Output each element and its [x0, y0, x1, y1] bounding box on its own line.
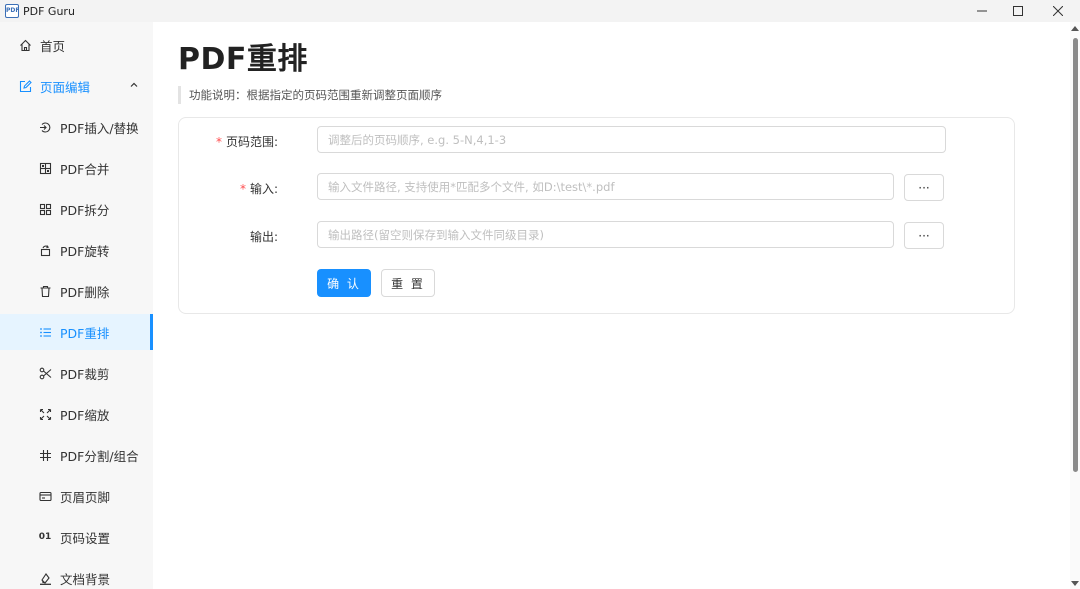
sidebar-item-pdf-scale[interactable]: PDF缩放 — [0, 396, 153, 432]
sidebar-item-label: 页眉页脚 — [60, 489, 111, 505]
header-footer-icon — [38, 489, 52, 503]
sidebar-group-label: 页面编辑 — [40, 79, 91, 95]
sidebar-item-label: 首页 — [40, 38, 66, 54]
sidebar-item-label: PDF拆分 — [60, 202, 110, 218]
scissors-icon — [38, 366, 52, 380]
reset-button[interactable]: 重 置 — [381, 269, 435, 297]
page-number-icon: 01 — [38, 532, 52, 542]
sidebar-item-label: PDF缩放 — [60, 407, 110, 423]
feature-description: 功能说明：根据指定的页码范围重新调整页面顺序 — [178, 86, 442, 104]
browse-input-button[interactable]: ··· — [904, 174, 944, 201]
title-bar: PDF PDF Guru — [0, 0, 1080, 22]
sidebar-item-pdf-crop[interactable]: PDF裁剪 — [0, 355, 153, 391]
sidebar-item-pdf-split-combine[interactable]: PDF分割/组合 — [0, 437, 153, 473]
close-button[interactable] — [1036, 0, 1080, 22]
input-path-field[interactable] — [317, 173, 894, 200]
grid-icon — [38, 448, 52, 462]
sidebar-item-doc-background[interactable]: 文档背景 — [0, 560, 153, 589]
scale-icon — [38, 407, 52, 421]
scroll-down-arrow-icon[interactable] — [1071, 581, 1079, 587]
sidebar: 首页 页面编辑 PDF插入/替换 PDF合并 PDF拆分 PDF旋转 PDF删除… — [0, 22, 153, 589]
rotate-icon — [38, 243, 52, 257]
minimize-icon — [977, 10, 987, 12]
sidebar-item-pdf-rotate[interactable]: PDF旋转 — [0, 232, 153, 268]
edit-icon — [18, 79, 32, 93]
maximize-button[interactable] — [1000, 0, 1036, 22]
merge-icon — [38, 161, 52, 175]
input-label-text: 输入: — [249, 182, 278, 196]
minimize-button[interactable] — [964, 0, 1000, 22]
background-icon — [38, 571, 52, 585]
sidebar-item-pdf-reorder[interactable]: PDF重排 — [0, 314, 153, 350]
page-title: PDF重排 — [178, 42, 308, 77]
required-mark: * — [215, 135, 222, 149]
sidebar-item-pdf-split[interactable]: PDF拆分 — [0, 191, 153, 227]
input-label: * 输入: — [168, 180, 278, 197]
output-label-text: 输出: — [249, 230, 278, 244]
window-controls — [964, 0, 1080, 22]
sidebar-item-pdf-delete[interactable]: PDF删除 — [0, 273, 153, 309]
page-range-input[interactable] — [317, 126, 946, 153]
reorder-form: *页码范围: *输入: ··· 输出: ··· 确 认 重 置 — [178, 117, 1015, 314]
split-icon — [38, 202, 52, 216]
sidebar-item-header-footer[interactable]: 页眉页脚 — [0, 478, 153, 514]
sidebar-item-label: PDF分割/组合 — [60, 448, 139, 464]
home-icon — [18, 38, 32, 52]
sidebar-item-label: PDF插入/替换 — [60, 120, 139, 136]
close-icon — [1053, 6, 1063, 16]
sidebar-item-page-number[interactable]: 01 页码设置 — [0, 519, 153, 555]
browse-output-button[interactable]: ··· — [904, 222, 944, 249]
confirm-button[interactable]: 确 认 — [317, 269, 371, 297]
page-range-label: * 页码范围: — [168, 133, 278, 150]
sidebar-item-pdf-merge[interactable]: PDF合并 — [0, 150, 153, 186]
window-title: PDF Guru — [23, 4, 75, 18]
insert-icon — [38, 120, 52, 134]
vertical-scrollbar[interactable] — [1070, 22, 1080, 589]
app-logo-icon: PDF — [5, 4, 19, 18]
sidebar-item-label: 文档背景 — [60, 571, 111, 587]
output-label: 输出: — [168, 228, 278, 245]
list-icon — [38, 325, 52, 339]
sidebar-item-label: PDF旋转 — [60, 243, 110, 259]
delete-icon — [38, 284, 52, 298]
sidebar-item-pdf-insert[interactable]: PDF插入/替换 — [0, 109, 153, 145]
scrollbar-thumb[interactable] — [1073, 38, 1078, 472]
sidebar-item-label: PDF裁剪 — [60, 366, 110, 382]
sidebar-group-page-edit[interactable]: 页面编辑 — [0, 68, 153, 104]
sidebar-item-label: PDF删除 — [60, 284, 110, 300]
chevron-up-icon[interactable] — [129, 80, 139, 90]
sidebar-item-label: 页码设置 — [60, 530, 111, 546]
sidebar-item-label: PDF重排 — [60, 325, 110, 341]
scroll-up-arrow-icon[interactable] — [1071, 25, 1079, 31]
output-path-field[interactable] — [317, 221, 894, 248]
sidebar-item-label: PDF合并 — [60, 161, 110, 177]
maximize-icon — [1013, 6, 1023, 16]
page-range-label-text: 页码范围: — [225, 135, 278, 149]
required-mark: * — [239, 182, 246, 196]
sidebar-item-home[interactable]: 首页 — [0, 27, 153, 63]
active-indicator — [150, 314, 153, 350]
